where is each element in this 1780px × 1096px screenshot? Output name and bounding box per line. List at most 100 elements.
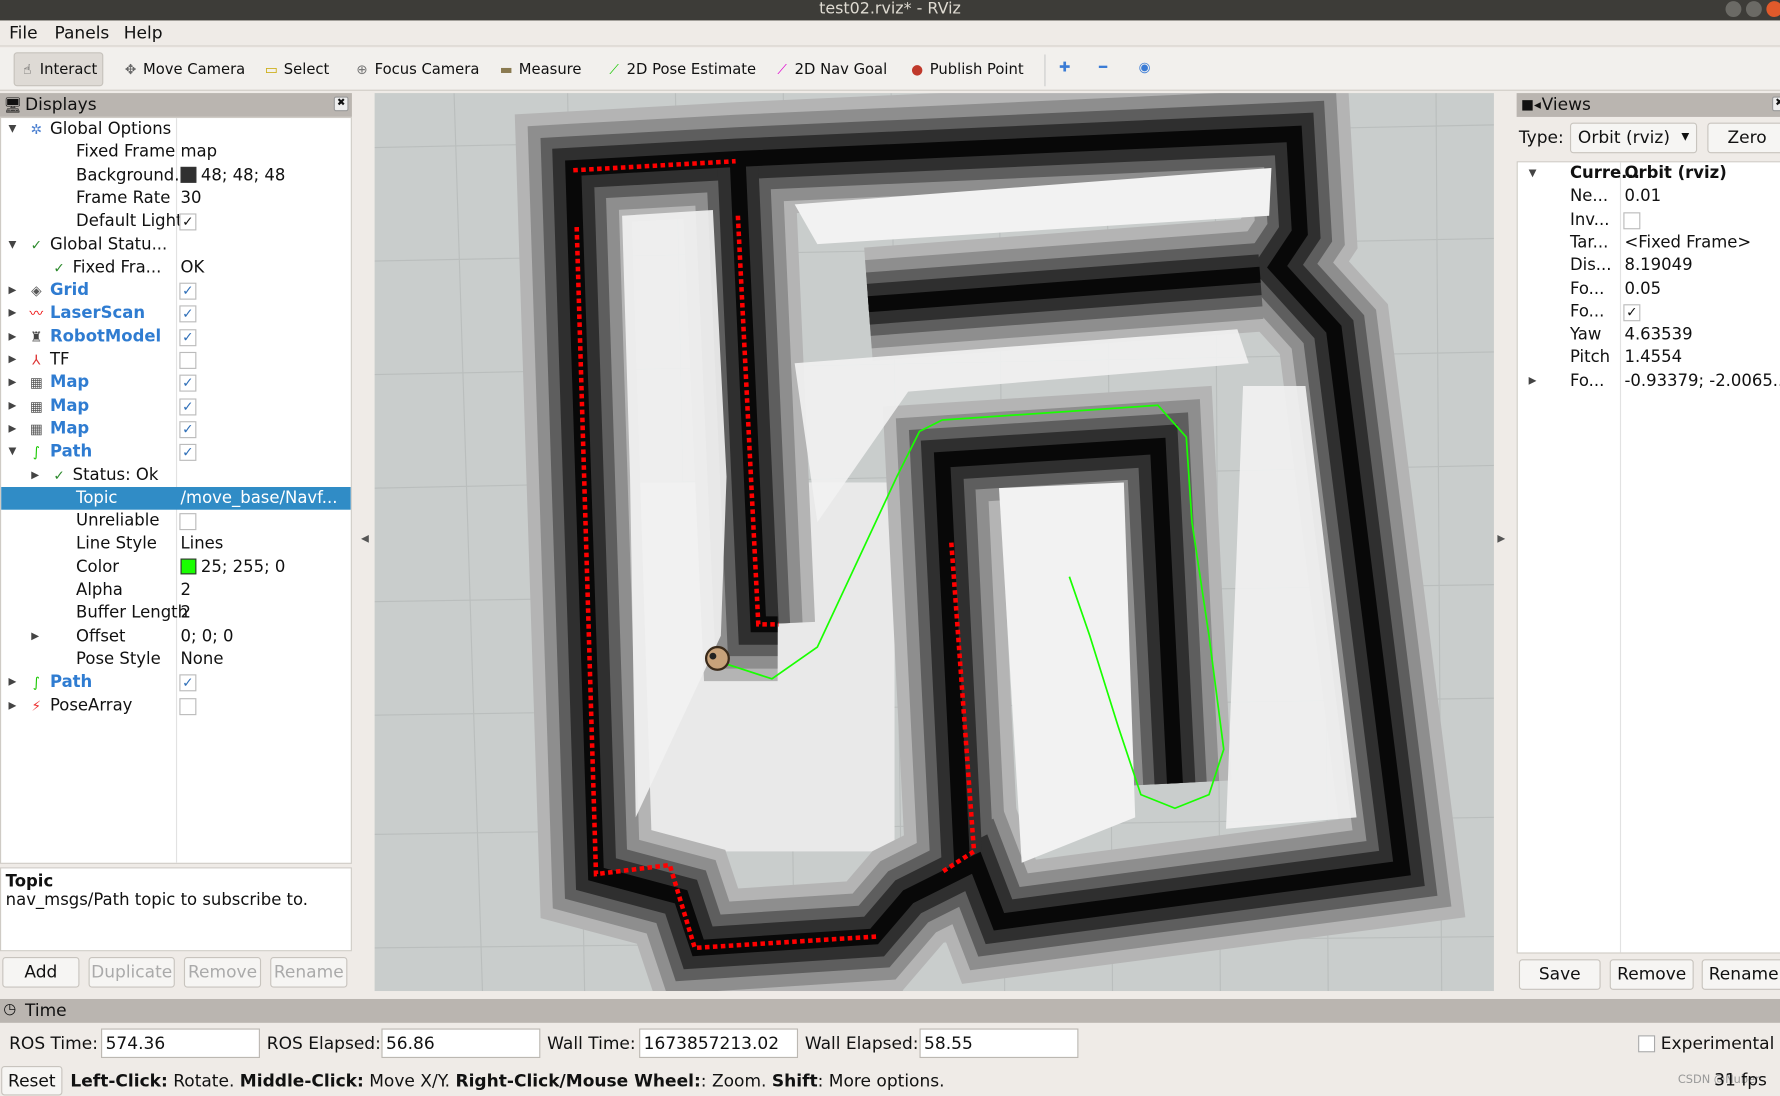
chevron-right-icon[interactable]: ▶ [7,349,18,372]
experimental-checkbox[interactable] [1638,1035,1656,1053]
tree-row[interactable]: Frame Rate 30 [1,187,351,210]
tree-row[interactable]: Pitch 1.4554 [1518,347,1780,370]
tree-row[interactable]: Color 25; 255; 0 [1,556,351,579]
tool-interact[interactable]: ☝ Interact [13,52,104,87]
tree-row[interactable]: ▼ Curre... Orbit (rviz) [1518,162,1780,185]
duplicate-button[interactable]: Duplicate [88,956,175,988]
maximize-button[interactable] [1745,1,1762,18]
tree-row[interactable]: ▼ ∫ Path ✓ [1,441,351,464]
close-window-button[interactable] [1766,1,1780,18]
minimize-button[interactable] [1725,1,1742,18]
tool-publish-point[interactable]: ● Publish Point [905,52,1028,86]
checkbox-checked[interactable]: ✓ [179,305,197,323]
tree-row[interactable]: Topic/move_base/Navf... [1,486,351,510]
tree-row[interactable]: Pose Style None [1,648,351,671]
tool-focus-camera[interactable]: ⊕ Focus Camera [350,52,484,86]
tree-row[interactable]: ▶ Offset 0; 0; 0 [1,625,351,648]
reset-button[interactable]: Reset [1,1065,63,1096]
zero-button[interactable]: Zero [1707,122,1780,154]
chevron-right-icon[interactable]: ▶ [7,302,18,325]
chevron-down-icon[interactable]: ▼ [7,233,18,256]
chevron-down-icon[interactable]: ▼ [7,118,18,141]
tool-select[interactable]: ▭ Select [259,52,334,86]
tree-row[interactable]: Dis... 8.19049 [1518,254,1780,277]
3d-viewport[interactable] [374,93,1494,992]
remove-button[interactable]: Remove [183,956,262,988]
checkbox-checked[interactable]: ✓ [179,397,197,416]
tool-2d-pose-estimate[interactable]: ⟋ 2D Pose Estimate [602,52,761,86]
collapse-right-icon[interactable]: ▶ [1497,534,1505,545]
chevron-right-icon[interactable]: ▶ [7,395,18,418]
tree-row[interactable]: Inv... [1518,208,1780,231]
zoom-out-icon[interactable]: ━ [1099,59,1107,75]
checkbox-checked[interactable]: ✓ [179,374,197,392]
tool-move-camera[interactable]: ✥ Move Camera [118,52,250,86]
checkbox-checked[interactable]: ✓ [179,213,197,231]
rename-button[interactable]: Rename [270,956,348,988]
tree-row[interactable]: ▶ ▦ Map ✓ [1,418,351,441]
checkbox-checked[interactable]: ✓ [179,444,197,462]
tree-row[interactable]: Alpha 2 [1,579,351,602]
close-icon[interactable]: ✖ [1772,96,1780,112]
view-type-select[interactable]: Orbit (rviz) ▼ [1569,122,1698,154]
tree-row[interactable]: ▶ ∫ Path ✓ [1,671,351,694]
tree-row[interactable]: Fo... 0.05 [1518,278,1780,301]
checkbox-unchecked[interactable] [179,351,197,369]
tree-row[interactable]: Ne... 0.01 [1518,185,1780,208]
tree-row[interactable]: ▶ ◈ Grid ✓ [1,279,351,302]
tool-measure[interactable]: ▬ Measure [494,52,586,86]
tree-row[interactable]: ✓ Fixed Fra... OK [1,256,351,279]
view-icon[interactable]: ◉ [1139,59,1151,75]
add-button[interactable]: Add [2,956,80,988]
displays-tree[interactable]: ▼ ✲ Global Options Fixed Frame map Background… [0,116,352,864]
tree-row[interactable]: Fo... ✓ [1518,301,1780,324]
row-value[interactable]: /move_base/Navf... [180,487,337,510]
chevron-right-icon[interactable]: ▶ [7,418,18,441]
checkbox-unchecked[interactable] [1623,211,1641,229]
menu-panels[interactable]: Panels [54,23,109,43]
chevron-right-icon[interactable]: ▶ [1527,370,1538,393]
tree-row[interactable]: ▶ Fo... -0.93379; -2.0065... [1518,370,1780,393]
color-swatch[interactable] [180,166,197,183]
rename-view-button[interactable]: Rename [1701,959,1780,990]
tree-row[interactable]: Line Style Lines [1,533,351,556]
tree-row[interactable]: Yaw 4.63539 [1518,324,1780,347]
tree-row[interactable]: Unreliable [1,510,351,533]
views-tree[interactable]: ▼ Curre... Orbit (rviz) Ne... 0.01 Inv... Tar.… [1516,161,1780,954]
tree-row[interactable]: ▼ ✲ Global Options [1,118,351,141]
close-icon[interactable]: ✖ [333,96,349,112]
checkbox-unchecked[interactable] [179,513,197,531]
menu-help[interactable]: Help [124,23,163,43]
tree-row[interactable]: Default Light ✓ [1,210,351,233]
collapse-left-icon[interactable]: ◀ [361,534,369,545]
ros-time-field[interactable]: 574.36 [101,1028,260,1059]
chevron-right-icon[interactable]: ▶ [7,694,18,717]
save-view-button[interactable]: Save [1518,959,1601,990]
tool-2d-nav-goal[interactable]: ⟋ 2D Nav Goal [770,52,892,86]
chevron-right-icon[interactable]: ▶ [30,625,41,648]
tree-row[interactable]: Buffer Length 2 [1,602,351,625]
tree-row[interactable]: ▶ ♜ RobotModel ✓ [1,325,351,348]
tree-row[interactable]: ▶ ▦ Map ✓ [1,372,351,395]
remove-view-button[interactable]: Remove [1609,959,1694,990]
chevron-right-icon[interactable]: ▶ [7,279,18,302]
tree-row[interactable]: ▶ ⅄ TF [1,349,351,372]
wall-elapsed-field[interactable]: 58.55 [919,1028,1079,1059]
zoom-in-icon[interactable]: ✚ [1059,59,1070,75]
checkbox-checked[interactable]: ✓ [179,421,197,439]
tree-row[interactable]: Tar... <Fixed Frame> [1518,231,1780,254]
checkbox-checked[interactable]: ✓ [1623,304,1641,322]
tree-row[interactable]: ▶ 〰 LaserScan ✓ [1,302,351,325]
tree-row[interactable]: ▶ ⚡ PoseArray [1,694,351,717]
ros-elapsed-field[interactable]: 56.86 [381,1028,541,1059]
checkbox-checked[interactable]: ✓ [179,282,197,300]
chevron-right-icon[interactable]: ▶ [7,372,18,395]
tree-row[interactable]: ▶ ✓ Status: Ok [1,464,351,487]
checkbox-unchecked[interactable] [179,697,197,715]
chevron-down-icon[interactable]: ▼ [7,441,18,464]
checkbox-checked[interactable]: ✓ [179,674,197,692]
tree-row[interactable]: ▶ ▦ Map ✓ [1,395,351,418]
chevron-down-icon[interactable]: ▼ [1527,162,1538,185]
tree-row[interactable]: Background... 48; 48; 48 [1,164,351,187]
menu-file[interactable]: File [9,23,38,43]
